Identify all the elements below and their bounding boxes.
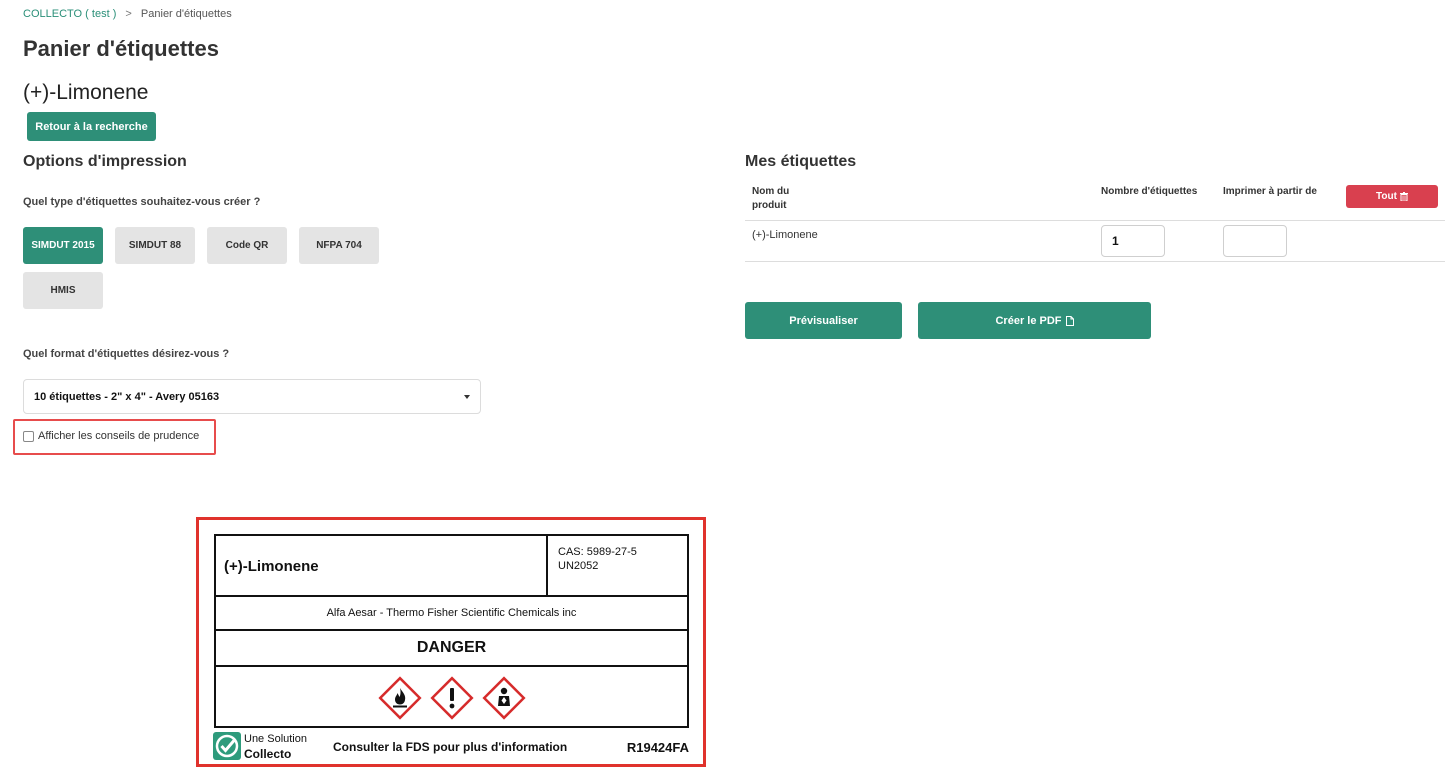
table-divider [745,261,1445,262]
breadcrumb-root-link[interactable]: COLLECTO [23,8,82,20]
clear-all-label: Tout [1376,191,1397,202]
breadcrumb-org: test [91,8,110,20]
brand-name: Collecto [244,747,292,761]
label-reference: R19424FA [626,740,689,755]
print-options-title: Options d'impression [23,153,187,170]
label-signal-word: DANGER [216,631,687,667]
clear-all-button[interactable]: Tout [1346,185,1438,208]
type-hmis-button[interactable]: HMIS [23,272,103,309]
format-selected-value: 10 étiquettes - 2" x 4" - Avery 05163 [34,390,220,403]
label-type-question: Quel type d'étiquettes souhaitez-vous cr… [23,196,261,208]
column-header-name-line1: Nom du [752,186,790,197]
type-nfpa-704-button[interactable]: NFPA 704 [299,227,379,264]
chevron-down-icon [464,395,470,399]
back-to-search-button[interactable]: Retour à la recherche [27,112,156,141]
table-row-product-name: (+)-Limonene [752,229,818,241]
breadcrumb-current: Panier d'étiquettes [140,8,232,20]
preview-button[interactable]: Prévisualiser [745,302,902,339]
flame-icon [377,675,422,720]
brand-tagline: Une Solution [244,733,307,745]
health-hazard-icon [481,675,526,720]
collecto-logo-icon [213,732,241,760]
paren-open: ( [85,8,89,20]
label-header-row: (+)-Limonene CAS: 5989-27-5 UN2052 [216,536,687,597]
create-pdf-button[interactable]: Créer le PDF [918,302,1151,339]
label-un: UN2052 [558,560,599,572]
create-pdf-label: Créer le PDF [995,314,1062,327]
prudence-checkbox[interactable] [23,430,34,442]
my-labels-title: Mes étiquettes [745,153,857,170]
label-format-question: Quel format d'étiquettes désirez-vous ? [23,348,230,360]
trash-icon [1399,192,1408,201]
label-format-select[interactable]: 10 étiquettes - 2" x 4" - Avery 05163 [23,379,481,414]
type-qr-code-button[interactable]: Code QR [207,227,287,264]
exclamation-icon [429,675,474,720]
type-simdut-2015-button[interactable]: SIMDUT 2015 [23,227,103,264]
label-count-input[interactable]: 1 [1101,225,1165,257]
label-consult-note: Consulter la FDS pour plus d'information [333,740,568,754]
breadcrumb-separator: > [125,8,132,20]
label-cas: CAS: 5989-27-5 [558,546,637,558]
label-footer: Une Solution Collecto Consulter la FDS p… [213,731,691,763]
label-supplier: Alfa Aesar - Thermo Fisher Scientific Ch… [216,597,687,631]
paren-close: ) [112,8,117,20]
page-title: Panier d'étiquettes [23,36,219,61]
label-preview: (+)-Limonene CAS: 5989-27-5 UN2052 Alfa … [214,534,689,728]
column-header-name-line2: produit [752,200,787,211]
breadcrumb: COLLECTO ( test ) > Panier d'étiquettes [23,8,232,20]
prudence-advice-toggle[interactable]: Afficher les conseils de prudence [23,430,199,442]
print-start-input[interactable] [1223,225,1287,257]
label-pictograms [216,667,687,728]
column-header-start: Imprimer à partir de [1223,186,1317,197]
column-header-count: Nombre d'étiquettes [1101,186,1198,197]
file-icon [1065,315,1074,326]
column-header-name: Nom du produit [752,185,812,213]
label-identifiers: CAS: 5989-27-5 UN2052 [558,545,637,573]
product-title: (+)-Limonene [23,81,149,104]
breadcrumb-org-link[interactable]: ( test ) [85,8,116,20]
label-divider [546,536,548,595]
prudence-label: Afficher les conseils de prudence [38,430,200,442]
label-product-name: (+)-Limonene [224,558,319,575]
table-divider [745,220,1445,221]
type-simdut-88-button[interactable]: SIMDUT 88 [115,227,195,264]
